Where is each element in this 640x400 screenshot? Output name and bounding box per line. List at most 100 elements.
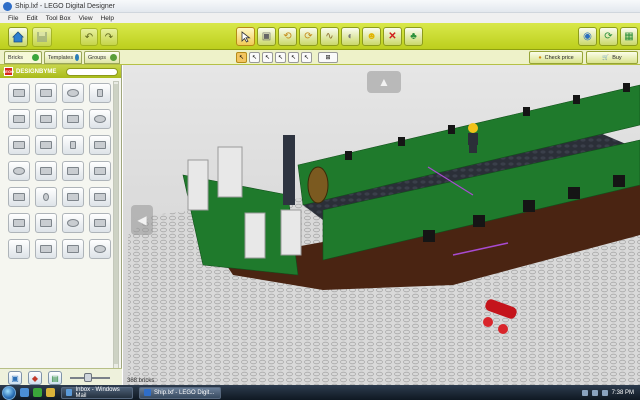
save-button[interactable] [32, 27, 52, 47]
scene-canvas[interactable] [123, 65, 640, 385]
palette-zoom-slider-knob[interactable] [84, 373, 92, 382]
brick-tile[interactable] [35, 239, 57, 259]
clone-tool-button[interactable]: ▣ [257, 27, 276, 46]
view-collapse-button[interactable]: ▤ [48, 371, 62, 385]
brick-tile[interactable] [8, 83, 30, 103]
brick-tile[interactable] [89, 83, 111, 103]
camera-left-button[interactable]: ◀ [131, 205, 153, 235]
stern-window[interactable] [244, 212, 266, 259]
build-guide-button[interactable]: ⟳ [599, 27, 618, 46]
view-bricks-button[interactable]: ▣ [8, 371, 22, 385]
delete-tool-button[interactable]: ✕ [383, 27, 402, 46]
clock[interactable]: 7:38 PM [612, 390, 634, 396]
brick-tile[interactable] [35, 161, 57, 181]
explorer-icon[interactable] [46, 388, 55, 397]
network-icon[interactable] [581, 389, 588, 396]
palette-search-input[interactable] [66, 67, 118, 76]
system-tray: 7:38 PM [581, 389, 640, 396]
brick-tile[interactable] [35, 187, 57, 207]
power-icon[interactable] [601, 389, 608, 396]
menu-bar: File Edit Tool Box View Help [0, 13, 640, 23]
brick-tile[interactable] [8, 135, 30, 155]
select-connected-button[interactable]: ↖ [262, 52, 273, 63]
multi-select-button[interactable]: ↖ [249, 52, 260, 63]
view-colors-button[interactable]: ◆ [28, 371, 42, 385]
media-player-icon[interactable] [33, 388, 42, 397]
camera-mode-button[interactable]: ◉ [578, 27, 597, 46]
tab-bricks[interactable]: Bricks [4, 51, 42, 64]
tab-groups[interactable]: Groups [84, 51, 120, 64]
minifigure[interactable] [468, 123, 478, 153]
stern-window[interactable] [280, 209, 302, 256]
flex-tool-button[interactable]: ∿ [320, 27, 339, 46]
brick-tile[interactable] [89, 239, 111, 259]
hinge-tool-button[interactable]: ⟲ [278, 27, 297, 46]
palette-scrollbar[interactable] [113, 81, 119, 376]
paint-tool-button[interactable]: ◐ [341, 27, 360, 46]
save-icon [37, 32, 47, 42]
hide-tool-button[interactable]: ☻ [362, 27, 381, 46]
decorate-tool-button[interactable]: ♣ [404, 27, 423, 46]
palette-scroll-thumb[interactable] [114, 84, 118, 364]
redo-button[interactable]: ↷ [100, 28, 118, 46]
window-title: Ship.lxf - LEGO Digital Designer [15, 2, 115, 10]
volume-icon[interactable] [591, 389, 598, 396]
brick-tile[interactable] [8, 161, 30, 181]
palette-header: LEGO DESIGNBYME [0, 65, 121, 78]
template-icon [75, 54, 79, 61]
mast-stump[interactable] [283, 135, 295, 205]
brick-icon [13, 219, 25, 227]
show-desktop-icon[interactable] [20, 388, 29, 397]
cabin-door[interactable] [307, 166, 329, 204]
brick-tile[interactable] [35, 213, 57, 233]
single-select-button[interactable]: ↖ [236, 52, 247, 63]
select-color-button[interactable]: ↖ [275, 52, 286, 63]
brick-tile[interactable] [8, 239, 30, 259]
camera-up-button[interactable]: ▲ [367, 71, 401, 93]
add-group-button[interactable]: ⊞ [318, 52, 338, 63]
brick-tile[interactable] [62, 213, 84, 233]
brick-tile[interactable] [62, 161, 84, 181]
menu-edit[interactable]: Edit [26, 15, 37, 22]
stern-window[interactable] [187, 159, 209, 211]
brick-tile[interactable] [62, 109, 84, 129]
brick-tile[interactable] [8, 213, 30, 233]
brick-tile[interactable] [35, 109, 57, 129]
clone-icon: ▣ [261, 31, 272, 42]
brick-tile[interactable] [89, 161, 111, 181]
menu-tool-box[interactable]: Tool Box [46, 15, 71, 22]
stern-window[interactable] [217, 146, 243, 198]
brick-view-icon: ▣ [11, 373, 19, 383]
3d-viewport[interactable]: ▲ ◀ 388 bricks [123, 65, 640, 385]
task-lego-digital-designer[interactable]: Ship.lxf - LEGO Digit... [139, 386, 221, 399]
brick-tile[interactable] [8, 187, 30, 207]
brick-tile[interactable] [62, 239, 84, 259]
home-button[interactable] [8, 27, 28, 47]
task-windows-mail[interactable]: Inbox - Windows Mail [61, 386, 133, 399]
brick-tile[interactable] [89, 135, 111, 155]
select-shape-button[interactable]: ↖ [288, 52, 299, 63]
brick-tile[interactable] [89, 109, 111, 129]
view-mode-button[interactable]: ▦ [620, 27, 638, 46]
brick-icon [94, 115, 106, 123]
brick-tile[interactable] [35, 135, 57, 155]
brick-tile[interactable] [35, 83, 57, 103]
menu-help[interactable]: Help [101, 15, 114, 22]
select-tool-button[interactable] [236, 27, 255, 46]
menu-file[interactable]: File [8, 15, 18, 22]
brick-tile[interactable] [62, 135, 84, 155]
brick-tile[interactable] [89, 187, 111, 207]
check-price-button[interactable]: ● Check price [529, 51, 583, 64]
invert-select-button[interactable]: ↖ [301, 52, 312, 63]
start-button[interactable] [2, 385, 16, 400]
brick-tile[interactable] [62, 187, 84, 207]
brick-tile[interactable] [62, 83, 84, 103]
menu-view[interactable]: View [79, 15, 93, 22]
buy-button[interactable]: 🛒 Buy [586, 51, 638, 64]
brick-tile[interactable] [89, 213, 111, 233]
undo-button[interactable]: ↶ [80, 28, 98, 46]
tab-templates[interactable]: Templates [44, 51, 82, 64]
hinge-align-tool-button[interactable]: ⟳ [299, 27, 318, 46]
brick-tile[interactable] [8, 109, 30, 129]
single-select-icon: ↖ [238, 55, 245, 61]
